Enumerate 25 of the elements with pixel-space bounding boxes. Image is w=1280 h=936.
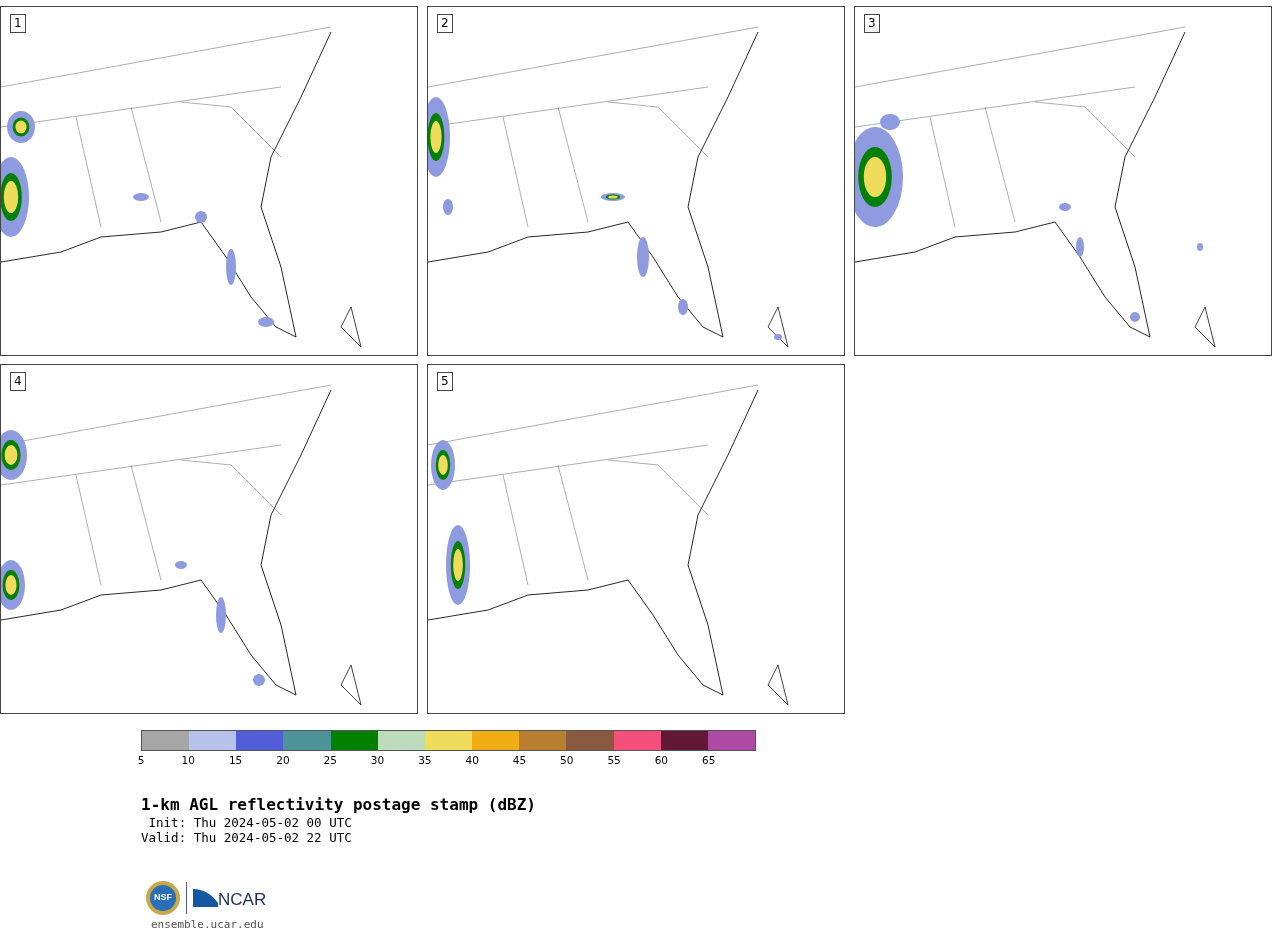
- valid-time: Valid: Thu 2024-05-02 22 UTC: [141, 830, 353, 845]
- tick-label: 55: [607, 754, 621, 767]
- panel-number: 1: [10, 14, 26, 33]
- panel-number: 3: [864, 14, 880, 33]
- tick-label: 40: [465, 754, 479, 767]
- panel-number: 5: [437, 372, 453, 391]
- tick-label: 65: [702, 754, 716, 767]
- tick-label: 25: [323, 754, 337, 767]
- tick-label: 50: [560, 754, 574, 767]
- figure-title: 1-km AGL reflectivity postage stamp (dBZ): [141, 795, 537, 815]
- seal-text: NSF: [150, 885, 176, 911]
- swoosh-icon: [193, 889, 218, 907]
- logo-wordmark: NCAR: [218, 889, 267, 912]
- panel-number: 2: [437, 14, 453, 33]
- tick-label: 45: [512, 754, 527, 767]
- tick-label: 30: [370, 754, 385, 767]
- tick-label: 10: [181, 754, 195, 767]
- panel-number: 4: [10, 372, 26, 391]
- tick-label: 15: [228, 754, 243, 767]
- tick-label: 5: [137, 754, 145, 767]
- init-time: Init: Thu 2024-05-02 00 UTC: [147, 815, 353, 830]
- tick-label: 60: [654, 754, 669, 767]
- tick-label: 20: [276, 754, 290, 767]
- tick-label: 35: [418, 754, 432, 767]
- website-url: ensemble.ucar.edu: [151, 917, 265, 933]
